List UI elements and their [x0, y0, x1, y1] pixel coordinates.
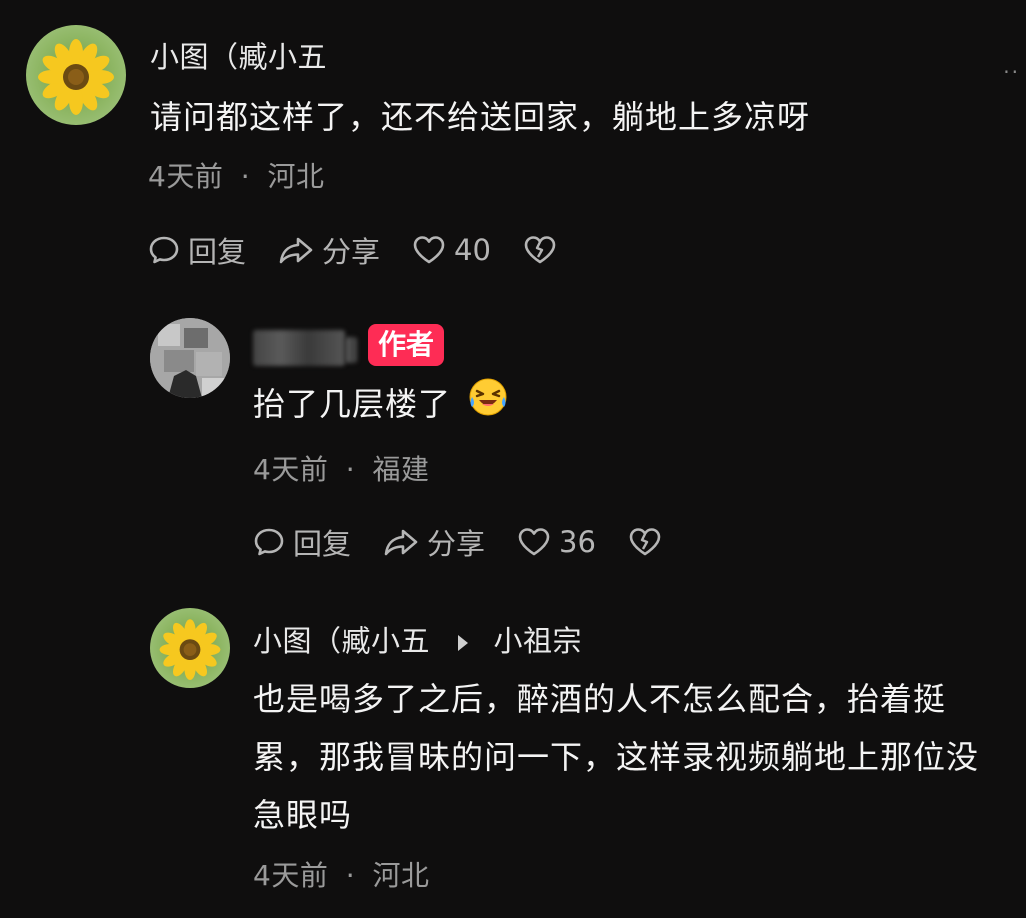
blurred-username-extra	[345, 337, 357, 363]
reply-to-arrow-icon	[457, 635, 468, 651]
broken-heart-icon	[524, 236, 556, 264]
sunflower-avatar[interactable]	[26, 25, 126, 125]
author-badge: 作者	[368, 324, 445, 366]
sunflower-avatar[interactable]	[150, 608, 230, 688]
reply-button[interactable]: 回复	[253, 521, 351, 563]
comment-meta: 4天前 · 福建	[253, 448, 430, 488]
share-arrow-icon	[279, 237, 313, 264]
reply-to-username[interactable]: 小祖宗	[493, 624, 582, 658]
broken-heart-icon	[629, 528, 661, 556]
dislike-button[interactable]	[523, 234, 565, 266]
like-count: 36	[559, 525, 596, 559]
like-button[interactable]: 40	[412, 233, 491, 267]
meta-separator: ·	[345, 859, 356, 892]
comment-meta: 4天前 · 河北	[148, 155, 325, 195]
location: 福建	[372, 453, 430, 486]
laughing-crying-emoji-icon	[468, 377, 508, 435]
like-count: 40	[454, 233, 491, 267]
reply-label: 回复	[293, 527, 352, 561]
author-avatar[interactable]	[150, 318, 230, 398]
comment-actions: 回复 分享 40	[148, 230, 597, 270]
comment-text-content: 抬了几层楼了	[253, 385, 452, 423]
meta-separator: ·	[345, 453, 356, 486]
more-options-icon[interactable]: ··	[1003, 60, 1020, 84]
share-label: 分享	[427, 527, 486, 561]
location: 河北	[372, 859, 430, 892]
reply-bubble-icon	[149, 236, 179, 264]
heart-icon	[518, 528, 550, 556]
comment-text: 也是喝多了之后，醉酒的人不怎么配合，抬着挺 累，那我冒昧的问一下，这样录视频躺地…	[253, 670, 979, 844]
location: 河北	[267, 160, 325, 193]
meta-separator: ·	[240, 160, 251, 193]
comment-text-line: 急眼吗	[253, 796, 353, 834]
comment-meta: 4天前 · 河北	[253, 854, 430, 894]
blurred-username[interactable]	[253, 330, 345, 366]
timestamp: 4天前	[253, 453, 329, 486]
blurred-author-avatar-icon	[150, 318, 230, 398]
comment-text: 请问都这样了，还不给送回家，躺地上多凉呀	[150, 98, 811, 136]
share-arrow-icon	[384, 529, 418, 556]
comment-text-line: 也是喝多了之后，醉酒的人不怎么配合，抬着挺	[253, 680, 947, 718]
username[interactable]: 小图（臧小五	[253, 624, 430, 658]
timestamp: 4天前	[148, 160, 224, 193]
username[interactable]: 小图（臧小五	[150, 34, 327, 76]
like-button[interactable]: 36	[517, 525, 596, 559]
dislike-button[interactable]	[628, 526, 670, 558]
comment-actions: 回复 分享 36	[253, 522, 702, 562]
comment-text-line: 累，那我冒昧的问一下，这样录视频躺地上那位没	[253, 738, 980, 776]
reply-label: 回复	[188, 235, 247, 269]
share-button[interactable]: 分享	[383, 521, 485, 563]
heart-icon	[413, 236, 445, 264]
timestamp: 4天前	[253, 859, 329, 892]
sunflower-icon	[38, 39, 114, 115]
share-label: 分享	[322, 235, 381, 269]
share-button[interactable]: 分享	[278, 229, 380, 271]
comment-text: 抬了几层楼了	[253, 375, 508, 435]
reply-header: 小图（臧小五 小祖宗	[253, 618, 582, 660]
reply-button[interactable]: 回复	[148, 229, 246, 271]
sunflower-icon	[159, 619, 221, 680]
reply-bubble-icon	[254, 528, 284, 556]
